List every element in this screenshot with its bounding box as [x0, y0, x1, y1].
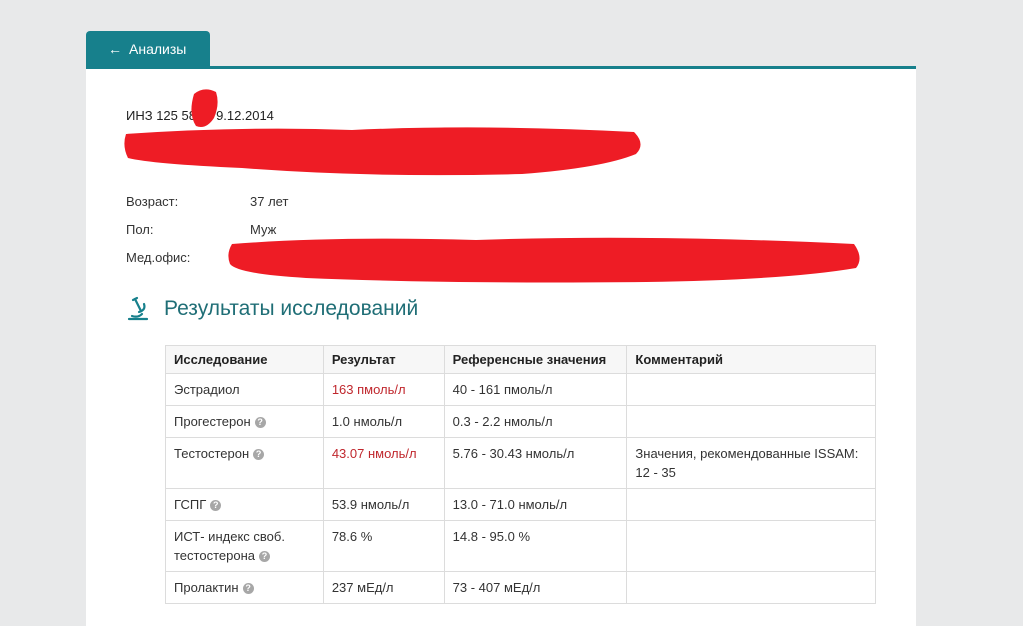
help-icon[interactable]: ?	[258, 551, 270, 562]
result-cell: 163 пмоль/л	[322, 373, 445, 406]
table-row: Тестостерон? 43.07 нмоль/л 5.76 - 30.43 …	[165, 437, 876, 489]
arrow-left-icon: ←	[108, 41, 122, 57]
test-cell: ИСТ- индекс своб. тестостерона?	[165, 520, 324, 572]
back-to-analyses-tab[interactable]: ← Анализы	[86, 31, 210, 67]
comment-cell	[626, 520, 876, 572]
age-value: 37 лет	[250, 194, 289, 209]
reference-cell: 73 - 407 мЕд/л	[443, 571, 628, 604]
office-label: Мед.офис:	[126, 250, 191, 265]
test-cell: Эстрадиол	[165, 373, 324, 406]
result-cell: 53.9 нмоль/л	[322, 488, 445, 521]
sex-value: Муж	[250, 222, 277, 237]
age-label: Возраст:	[126, 194, 179, 209]
test-name: Эстрадиол	[174, 382, 240, 397]
table-row: ИСТ- индекс своб. тестостерона? 78.6 % 1…	[165, 520, 876, 572]
redaction-mark-name	[124, 127, 641, 176]
table-row: ГСПГ? 53.9 нмоль/л 13.0 - 71.0 нмоль/л	[165, 488, 876, 521]
section-title: Результаты исследований	[164, 297, 419, 320]
age-row: Возраст: 37 лет	[126, 194, 288, 209]
reference-cell: 13.0 - 71.0 нмоль/л	[443, 488, 628, 521]
help-icon[interactable]: ?	[210, 500, 222, 511]
test-name: Пролактин	[174, 580, 239, 595]
test-cell: Пролактин?	[165, 571, 324, 604]
result-cell: 43.07 нмоль/л	[322, 437, 445, 489]
test-cell: Тестостерон?	[165, 437, 324, 489]
table-row: Эстрадиол 163 пмоль/л 40 - 161 пмоль/л	[165, 373, 876, 406]
result-cell: 78.6 %	[322, 520, 445, 572]
results-table: Исследование Результат Референсные значе…	[165, 345, 876, 604]
reference-cell: 0.3 - 2.2 нмоль/л	[443, 405, 628, 438]
test-name: Тестостерон	[174, 446, 250, 461]
test-cell: ГСПГ?	[165, 488, 324, 521]
microscope-icon	[127, 296, 149, 321]
reference-cell: 14.8 - 95.0 %	[443, 520, 628, 572]
tab-label: Анализы	[129, 41, 187, 57]
reference-cell: 40 - 161 пмоль/л	[443, 373, 628, 406]
comment-cell	[626, 405, 876, 438]
header-reference: Референсные значения	[443, 345, 628, 374]
redaction-mark-office	[228, 237, 860, 283]
header-result: Результат	[322, 345, 445, 374]
comment-cell	[626, 571, 876, 604]
results-section-header: Результаты исследований	[126, 296, 418, 322]
test-cell: Прогестерон?	[165, 405, 324, 438]
header-comment: Комментарий	[626, 345, 876, 374]
reference-cell: 5.76 - 30.43 нмоль/л	[443, 437, 628, 489]
table-row: Прогестерон? 1.0 нмоль/л 0.3 - 2.2 нмоль…	[165, 405, 876, 438]
result-cell: 237 мЕд/л	[322, 571, 445, 604]
sex-label: Пол:	[126, 222, 154, 237]
sex-row: Пол: Муж	[126, 222, 276, 237]
comment-cell	[626, 373, 876, 406]
test-name: Прогестерон	[174, 414, 251, 429]
table-header-row: Исследование Результат Референсные значе…	[165, 345, 876, 374]
comment-cell: Значения, рекомендованные ISSAM: 12 - 35	[626, 437, 876, 489]
office-row: Мед.офис:	[126, 250, 190, 265]
header-test: Исследование	[165, 345, 324, 374]
result-cell: 1.0 нмоль/л	[322, 405, 445, 438]
help-icon[interactable]: ?	[253, 449, 265, 460]
help-icon[interactable]: ?	[254, 417, 266, 428]
comment-cell	[626, 488, 876, 521]
table-row: Пролактин? 237 мЕд/л 73 - 407 мЕд/л	[165, 571, 876, 604]
test-name: ГСПГ	[174, 497, 207, 512]
help-icon[interactable]: ?	[242, 583, 254, 594]
